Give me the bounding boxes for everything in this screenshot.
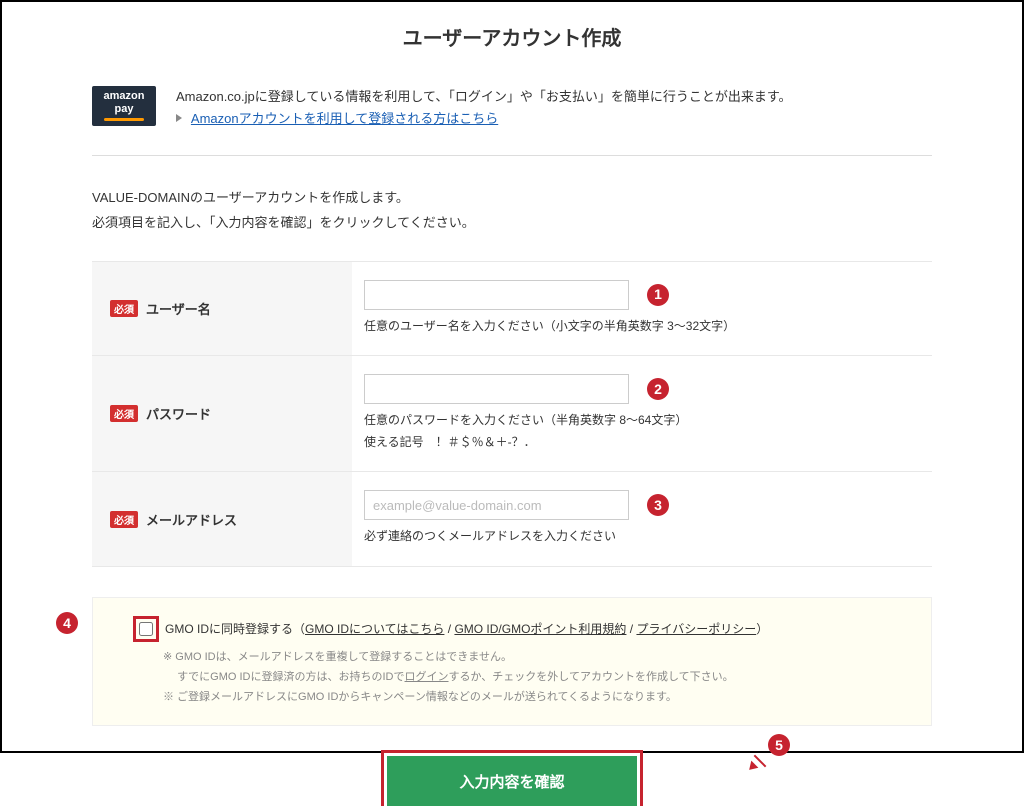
confirm-button[interactable]: 入力内容を確認 [387,756,637,806]
amazon-pay-logo: amazon pay [92,86,156,126]
row-username: 必須 ユーザー名 1 任意のユーザー名を入力ください（小文字の半角英数字 3〜3… [92,261,932,357]
paren-open: （ [293,622,305,636]
marker-5: 5 [768,734,790,756]
email-input[interactable] [364,490,629,520]
gmo-links: （GMO IDについてはこちら / GMO ID/GMOポイント利用規約 / プ… [293,620,768,637]
required-badge: 必須 [110,300,138,317]
marker-1: 1 [647,284,669,306]
password-input[interactable] [364,374,629,404]
password-hint1: 任意のパスワードを入力ください（半角英数字 8〜64文字） [364,410,914,432]
paren-close: ） [756,622,768,636]
gmo-checkbox-label: GMO IDに同時登録する [165,620,293,637]
gmo-note1: ※ GMO IDは、メールアドレスを重複して登録することはできません。 [163,648,911,668]
label-col-email: 必須 メールアドレス [92,472,352,566]
email-label: メールアドレス [146,510,237,529]
gmo-about-link[interactable]: GMO IDについてはこちら [305,622,444,636]
intro-line2: 必須項目を記入し、「入力内容を確認」をクリックしてください。 [92,211,932,236]
amazon-logo-line1: amazon [104,91,145,102]
gmo-section: GMO IDに同時登録する （GMO IDについてはこちら / GMO ID/G… [92,597,932,726]
username-hint: 任意のユーザー名を入力ください（小文字の半角英数字 3〜32文字） [364,316,914,338]
submit-section: 5 入力内容を確認 [92,756,932,806]
page-wrapper: ユーザーアカウント作成 amazon pay Amazon.co.jpに登録して… [0,0,1024,753]
amazon-logo-smile [104,118,144,121]
password-label: パスワード [146,404,211,423]
username-label: ユーザー名 [146,299,211,318]
page-title: ユーザーアカウント作成 [92,22,932,51]
marker-2: 2 [647,378,669,400]
amazon-text: Amazon.co.jpに登録している情報を利用して、「ログイン」や「お支払い」… [176,86,932,130]
gmo-login-link[interactable]: ログイン [405,671,449,683]
marker-3: 3 [647,494,669,516]
amazon-logo-line2: pay [115,104,134,115]
gmo-checkbox-highlight [133,616,159,642]
marker-4: 4 [56,612,78,634]
input-col-email: 3 必ず連絡のつくメールアドレスを入力ください [352,472,932,566]
row-email: 必須 メールアドレス 3 必ず連絡のつくメールアドレスを入力ください [92,472,932,567]
gmo-top-row: GMO IDに同時登録する （GMO IDについてはこちら / GMO ID/G… [133,616,911,642]
username-input[interactable] [364,280,629,310]
gmo-note2-pre: すでにGMO IDに登録済の方は、お持ちのIDで [177,671,404,683]
triangle-icon [176,114,182,122]
gmo-note3: ※ ご登録メールアドレスにGMO IDからキャンペーン情報などのメールが送られて… [163,688,911,708]
intro-text: VALUE-DOMAINのユーザーアカウントを作成します。 必須項目を記入し、「… [92,186,932,235]
gmo-note2: ※ すでにGMO IDに登録済の方は、お持ちのIDでログインするか、チェックを外… [163,668,911,688]
form-table: 必須 ユーザー名 1 任意のユーザー名を入力ください（小文字の半角英数字 3〜3… [92,261,932,567]
intro-line1: VALUE-DOMAINのユーザーアカウントを作成します。 [92,186,932,211]
required-badge: 必須 [110,511,138,528]
row-password: 必須 パスワード 2 任意のパスワードを入力ください（半角英数字 8〜64文字）… [92,356,932,472]
sep2: / [626,622,636,636]
gmo-note2-post: するか、チェックを外してアカウントを作成して下さい。 [449,671,734,683]
input-col-password: 2 任意のパスワードを入力ください（半角英数字 8〜64文字） 使える記号 ！＃… [352,356,932,471]
amazon-description: Amazon.co.jpに登録している情報を利用して、「ログイン」や「お支払い」… [176,86,932,108]
arrow-head-icon [746,761,759,774]
gmo-checkbox[interactable] [139,622,153,636]
label-col-username: 必須 ユーザー名 [92,262,352,356]
amazon-section: amazon pay Amazon.co.jpに登録している情報を利用して、「ロ… [92,86,932,156]
required-badge: 必須 [110,405,138,422]
label-col-password: 必須 パスワード [92,356,352,471]
password-hint2: 使える記号 ！＃＄％＆＋‐？． [364,432,914,454]
gmo-container: 4 GMO IDに同時登録する （GMO IDについてはこちら / GMO ID… [92,597,932,726]
amazon-register-link[interactable]: Amazonアカウントを利用して登録される方はこちら [191,111,498,126]
gmo-terms-link[interactable]: GMO ID/GMOポイント利用規約 [454,622,626,636]
email-hint: 必ず連絡のつくメールアドレスを入力ください [364,526,914,548]
gmo-notes: ※ GMO IDは、メールアドレスを重複して登録することはできません。 ※ すで… [133,648,911,707]
gmo-privacy-link[interactable]: プライバシーポリシー [636,622,756,636]
arrow-callout-5: 5 [752,740,782,770]
input-col-username: 1 任意のユーザー名を入力ください（小文字の半角英数字 3〜32文字） [352,262,932,356]
sep1: / [444,622,454,636]
